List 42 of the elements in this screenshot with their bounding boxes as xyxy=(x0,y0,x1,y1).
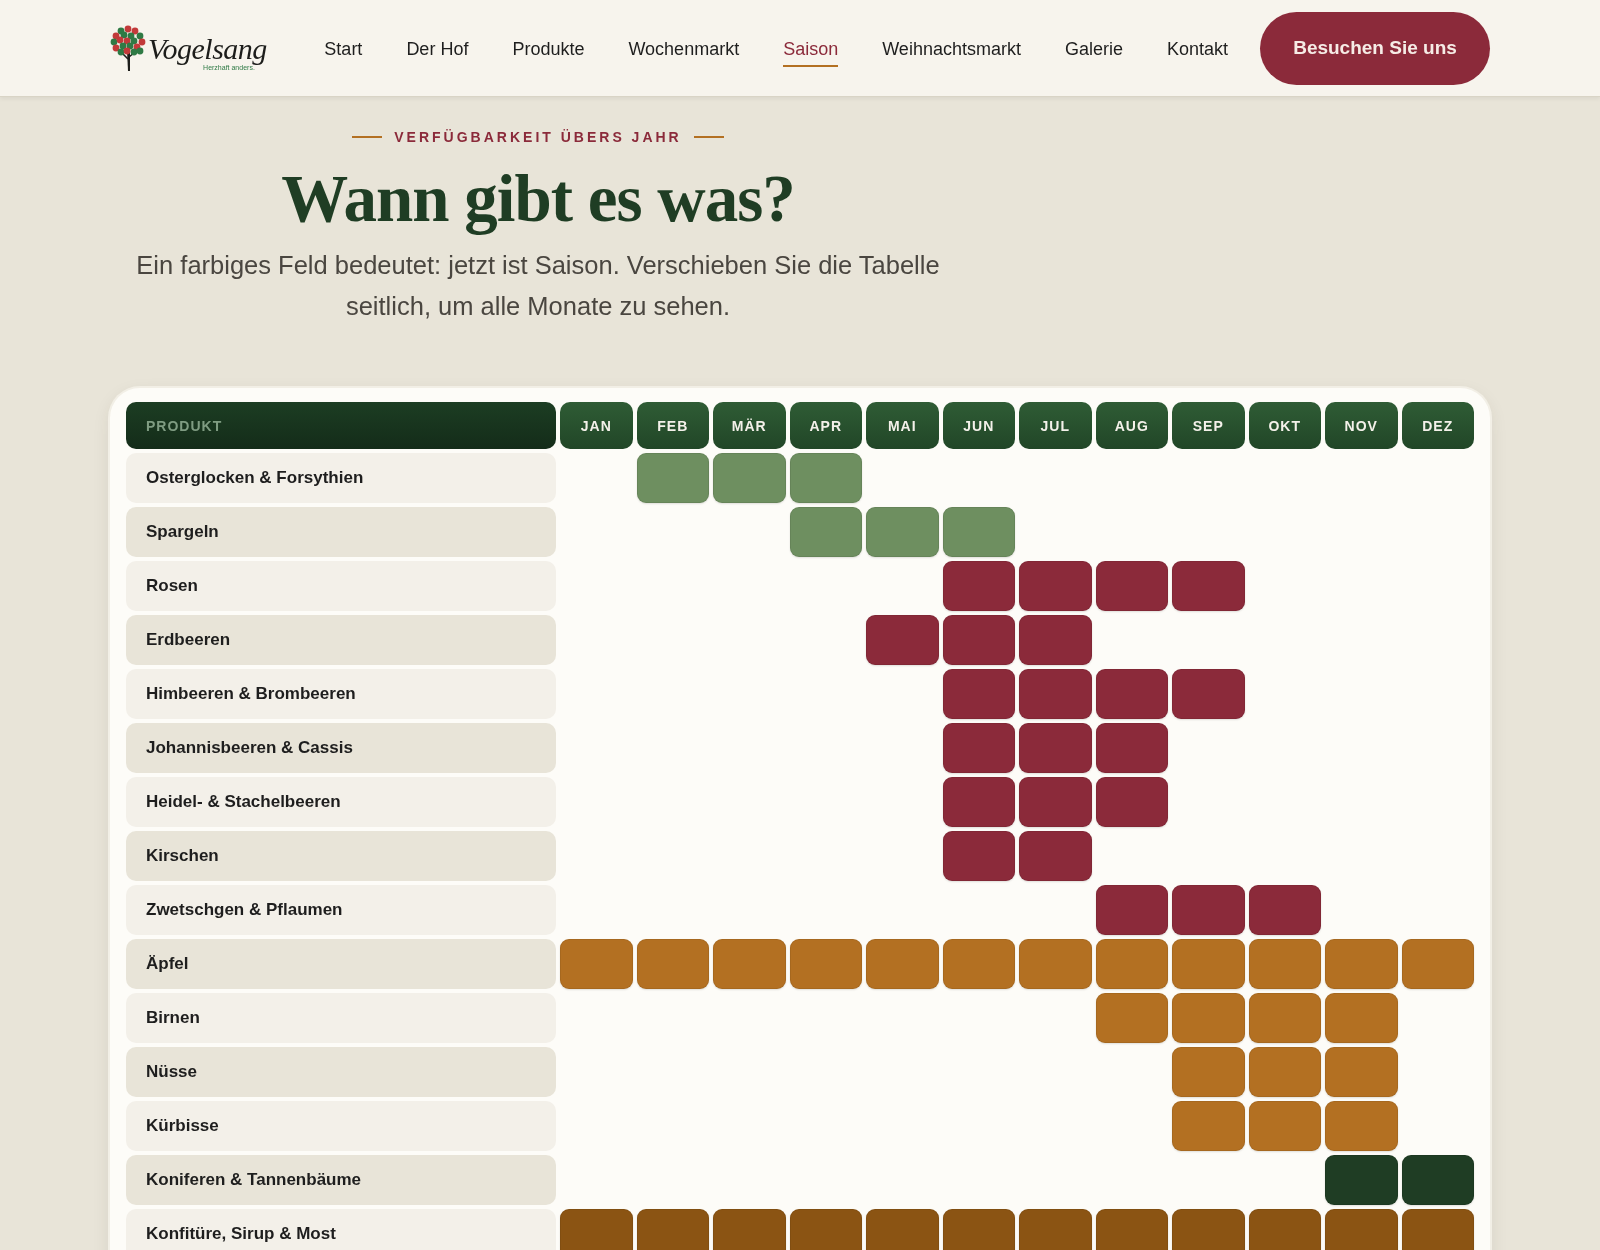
tree-icon xyxy=(110,25,146,73)
product-cell: Birnen xyxy=(126,993,556,1043)
month-header: DEZ xyxy=(1401,402,1474,449)
nav-link[interactable]: Der Hof xyxy=(406,33,469,67)
product-cell: Koniferen & Tannenbäume xyxy=(126,1155,556,1205)
month-header: MÄR xyxy=(713,402,786,449)
intro-text: Ein farbiges Feld bedeutet: jetzt ist Saison. Verschieben Sie die Tabelle seitlich, um alle Monate zu sehen. xyxy=(135,250,941,322)
month-header: JUN xyxy=(942,402,1015,449)
logo-wordmark: Vogelsang xyxy=(148,31,267,65)
nav-link[interactable]: Galerie xyxy=(1064,33,1123,67)
nav-link[interactable]: Wochenmarkt xyxy=(628,33,740,67)
product-cell: Erdbeeren xyxy=(126,615,556,665)
product-cell: Heidel- & Stachelbeeren xyxy=(126,777,556,827)
month-header: JAN xyxy=(560,402,633,449)
product-cell: Osterglocken & Forsythien xyxy=(126,453,556,503)
visit-button[interactable]: Besuchen Sie uns xyxy=(1260,11,1490,85)
product-cell: Rosen xyxy=(126,561,556,611)
month-header: NOV xyxy=(1325,402,1398,449)
product-cell: Spargeln xyxy=(126,507,556,557)
product-cell: Zwetschgen & Pflaumen xyxy=(126,885,556,935)
month-header: OKT xyxy=(1248,402,1321,449)
nav-link[interactable]: Kontakt xyxy=(1166,33,1228,67)
month-header: JUL xyxy=(1019,402,1092,449)
product-cell: Kürbisse xyxy=(126,1101,556,1151)
product-cell: Äpfel xyxy=(126,939,556,989)
nav-link[interactable]: Weihnachtsmarkt xyxy=(882,33,1021,67)
page-heading: Wann gibt es was? xyxy=(281,160,795,237)
month-header: MAI xyxy=(866,402,939,449)
product-cell: Nüsse xyxy=(126,1047,556,1097)
nav-link[interactable]: Start xyxy=(324,33,363,67)
column-header: PRODUKT xyxy=(126,402,556,449)
month-header: SEP xyxy=(1172,402,1245,449)
product-cell: Kirschen xyxy=(126,831,556,881)
month-header: APR xyxy=(789,402,862,449)
eyebrow-text: VERFÜGBARKEIT ÜBERS JAHR xyxy=(394,129,682,145)
nav-link[interactable]: Produkte xyxy=(512,33,585,67)
product-cell: Johannisbeeren & Cassis xyxy=(126,723,556,773)
product-cell: Konfitüre, Sirup & Most xyxy=(126,1209,556,1250)
product-cell: Himbeeren & Brombeeren xyxy=(126,669,556,719)
nav-link[interactable]: Saison xyxy=(783,33,839,67)
month-header: AUG xyxy=(1095,402,1168,449)
month-header: FEB xyxy=(636,402,709,449)
